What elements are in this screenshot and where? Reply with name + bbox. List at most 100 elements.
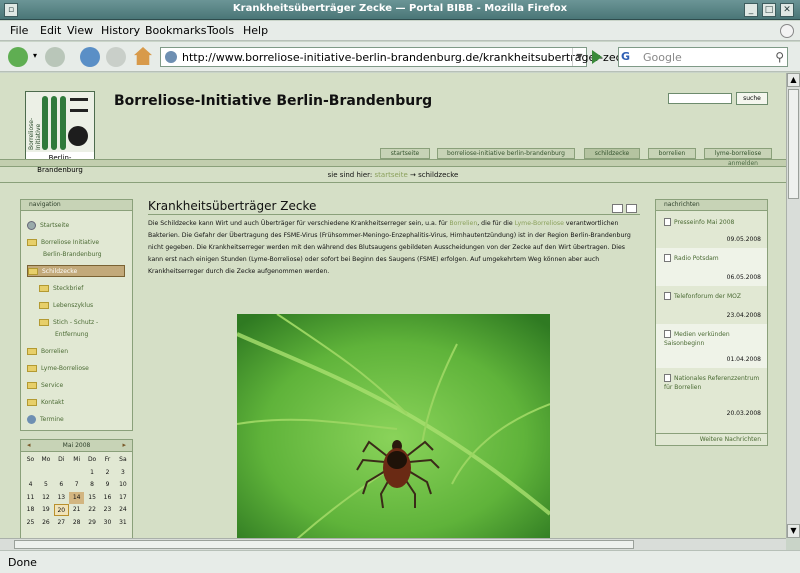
- calendar-day[interactable]: 30: [100, 517, 115, 529]
- calendar-day[interactable]: 23: [100, 504, 115, 516]
- search-engine-icon[interactable]: G: [621, 50, 641, 64]
- menu-view[interactable]: View: [67, 24, 93, 37]
- status-bar: Done: [0, 550, 800, 573]
- site-search-button[interactable]: suche: [736, 92, 768, 105]
- calendar-day[interactable]: 1: [85, 467, 100, 479]
- search-input[interactable]: G Google ⚲: [618, 47, 788, 67]
- search-icon[interactable]: ⚲: [775, 50, 784, 64]
- vertical-scroll-thumb[interactable]: [788, 89, 799, 199]
- tab-borrelien[interactable]: borrelien: [648, 148, 696, 159]
- calendar-day[interactable]: 31: [115, 517, 130, 529]
- calendar-day[interactable]: 6: [54, 479, 69, 491]
- stop-button[interactable]: [106, 47, 126, 67]
- calendar-day[interactable]: 2: [100, 467, 115, 479]
- nav-item-service[interactable]: Service: [27, 380, 63, 392]
- calendar-day[interactable]: 15: [85, 492, 100, 504]
- calendar-day[interactable]: 8: [85, 479, 100, 491]
- nav-item-stich-schutz[interactable]: Stich - Schutz -: [39, 317, 98, 329]
- menu-tools[interactable]: Tools: [207, 24, 234, 37]
- horizontal-scroll-thumb[interactable]: [14, 540, 634, 549]
- calendar-day[interactable]: 27: [54, 517, 69, 529]
- calendar-day[interactable]: 25: [23, 517, 38, 529]
- close-button[interactable]: ✕: [780, 3, 794, 17]
- home-icon[interactable]: [134, 47, 152, 65]
- breadcrumb-home-link[interactable]: startseite: [375, 171, 408, 179]
- calendar-day[interactable]: 13: [54, 492, 69, 504]
- calendar-day[interactable]: 10: [115, 479, 130, 491]
- menu-help[interactable]: Help: [243, 24, 268, 37]
- menu-edit[interactable]: Edit: [40, 24, 61, 37]
- tab-startseite[interactable]: startseite: [380, 148, 430, 159]
- site-search-input[interactable]: [668, 93, 732, 104]
- calendar-day[interactable]: 28: [69, 517, 84, 529]
- calendar-day[interactable]: 19: [38, 504, 53, 516]
- calendar-day[interactable]: 14: [69, 491, 85, 504]
- calendar-day[interactable]: 24: [115, 504, 130, 516]
- news-item[interactable]: Medien verkünden Saisonbeginn 01.04.2008: [656, 324, 767, 368]
- calendar-day[interactable]: 3: [115, 467, 130, 479]
- scroll-down-icon[interactable]: ▼: [787, 524, 800, 538]
- nav-item-lebenszyklus[interactable]: Lebenszyklus: [39, 300, 93, 312]
- header-divider: [0, 159, 786, 167]
- forward-button[interactable]: [45, 47, 65, 67]
- url-input[interactable]: http://www.borreliose-initiative-berlin-…: [160, 47, 634, 67]
- calendar-day[interactable]: 21: [69, 504, 84, 516]
- tick-on-leaf-image: [237, 314, 550, 538]
- news-heading: nachrichten: [656, 200, 767, 211]
- clock-icon: [27, 415, 36, 424]
- url-dropdown-icon[interactable]: ▼: [572, 48, 586, 66]
- more-news-link[interactable]: Weitere Nachrichten: [656, 433, 767, 445]
- calendar-day[interactable]: 16: [100, 492, 115, 504]
- nav-item-kontakt[interactable]: Kontakt: [27, 397, 64, 409]
- vertical-scrollbar[interactable]: ▲ ▼: [786, 73, 800, 538]
- calendar-day[interactable]: 22: [85, 504, 100, 516]
- tab-schildzecke[interactable]: schildzecke: [584, 148, 640, 159]
- calendar-day[interactable]: 4: [23, 479, 38, 491]
- scroll-up-icon[interactable]: ▲: [787, 73, 800, 87]
- folder-icon: [39, 302, 49, 309]
- calendar-prev-icon[interactable]: ◂: [27, 440, 31, 451]
- horizontal-scrollbar[interactable]: [0, 538, 786, 550]
- nav-item-borreliose-initiative[interactable]: Borreliose Initiative: [27, 237, 99, 249]
- menu-history[interactable]: History: [101, 24, 140, 37]
- calendar-day[interactable]: 7: [69, 479, 84, 491]
- calendar-day[interactable]: 18: [23, 504, 38, 516]
- news-item[interactable]: Telefonforum der MOZ 23.04.2008: [656, 286, 767, 324]
- calendar-day[interactable]: 20: [53, 504, 69, 516]
- login-link[interactable]: anmelden: [728, 160, 758, 167]
- back-button[interactable]: [8, 47, 28, 67]
- tab-borreliose-initiative[interactable]: borreliose-initiative berlin-brandenburg: [437, 148, 575, 159]
- nav-item-termine[interactable]: Termine: [27, 414, 64, 426]
- news-item[interactable]: Presseinfo Mai 2008 09.05.2008: [656, 212, 767, 248]
- nav-item-steckbrief[interactable]: Steckbrief: [39, 283, 83, 295]
- lyme-borreliose-link[interactable]: Lyme-Borreliose: [515, 220, 564, 227]
- news-item[interactable]: Nationales Referenzzentrum für Borrelien…: [656, 368, 767, 422]
- nav-item-startseite[interactable]: Startseite: [27, 220, 69, 232]
- calendar-day[interactable]: 17: [115, 492, 130, 504]
- calendar-day[interactable]: 29: [85, 517, 100, 529]
- calendar-day[interactable]: 26: [38, 517, 53, 529]
- go-button[interactable]: [592, 50, 602, 64]
- tab-lyme-borreliose[interactable]: lyme-borreliose: [704, 148, 772, 159]
- menu-file[interactable]: File: [10, 24, 28, 37]
- borrelien-link[interactable]: Borrelien: [449, 220, 477, 227]
- nav-item-borrelien[interactable]: Borrelien: [27, 346, 68, 358]
- calendar-day[interactable]: 12: [38, 492, 53, 504]
- menu-bookmarks[interactable]: Bookmarks: [145, 24, 206, 37]
- minimize-button[interactable]: _: [744, 3, 758, 17]
- nav-item-schildzecke[interactable]: Schildzecke: [27, 265, 125, 277]
- calendar-next-icon[interactable]: ▸: [122, 440, 126, 451]
- calendar-day[interactable]: 9: [100, 479, 115, 491]
- site-logo[interactable]: Borreliose-Initiative Berlin-Brandenburg: [25, 91, 95, 174]
- back-history-dropdown[interactable]: ▾: [33, 51, 37, 60]
- reload-button[interactable]: [80, 47, 100, 67]
- nav-item-entfernung[interactable]: Entfernung: [55, 329, 88, 341]
- send-email-icon[interactable]: [612, 204, 623, 213]
- nav-item-borreliose-initiative-line2[interactable]: Berlin-Brandenburg: [43, 249, 102, 261]
- print-icon[interactable]: [626, 204, 637, 213]
- news-item[interactable]: Radio Potsdam 06.05.2008: [656, 248, 767, 286]
- calendar-day[interactable]: 5: [38, 479, 53, 491]
- maximize-button[interactable]: □: [762, 3, 776, 17]
- nav-item-lyme-borreliose[interactable]: Lyme-Borreliose: [27, 363, 89, 375]
- calendar-day[interactable]: 11: [23, 492, 38, 504]
